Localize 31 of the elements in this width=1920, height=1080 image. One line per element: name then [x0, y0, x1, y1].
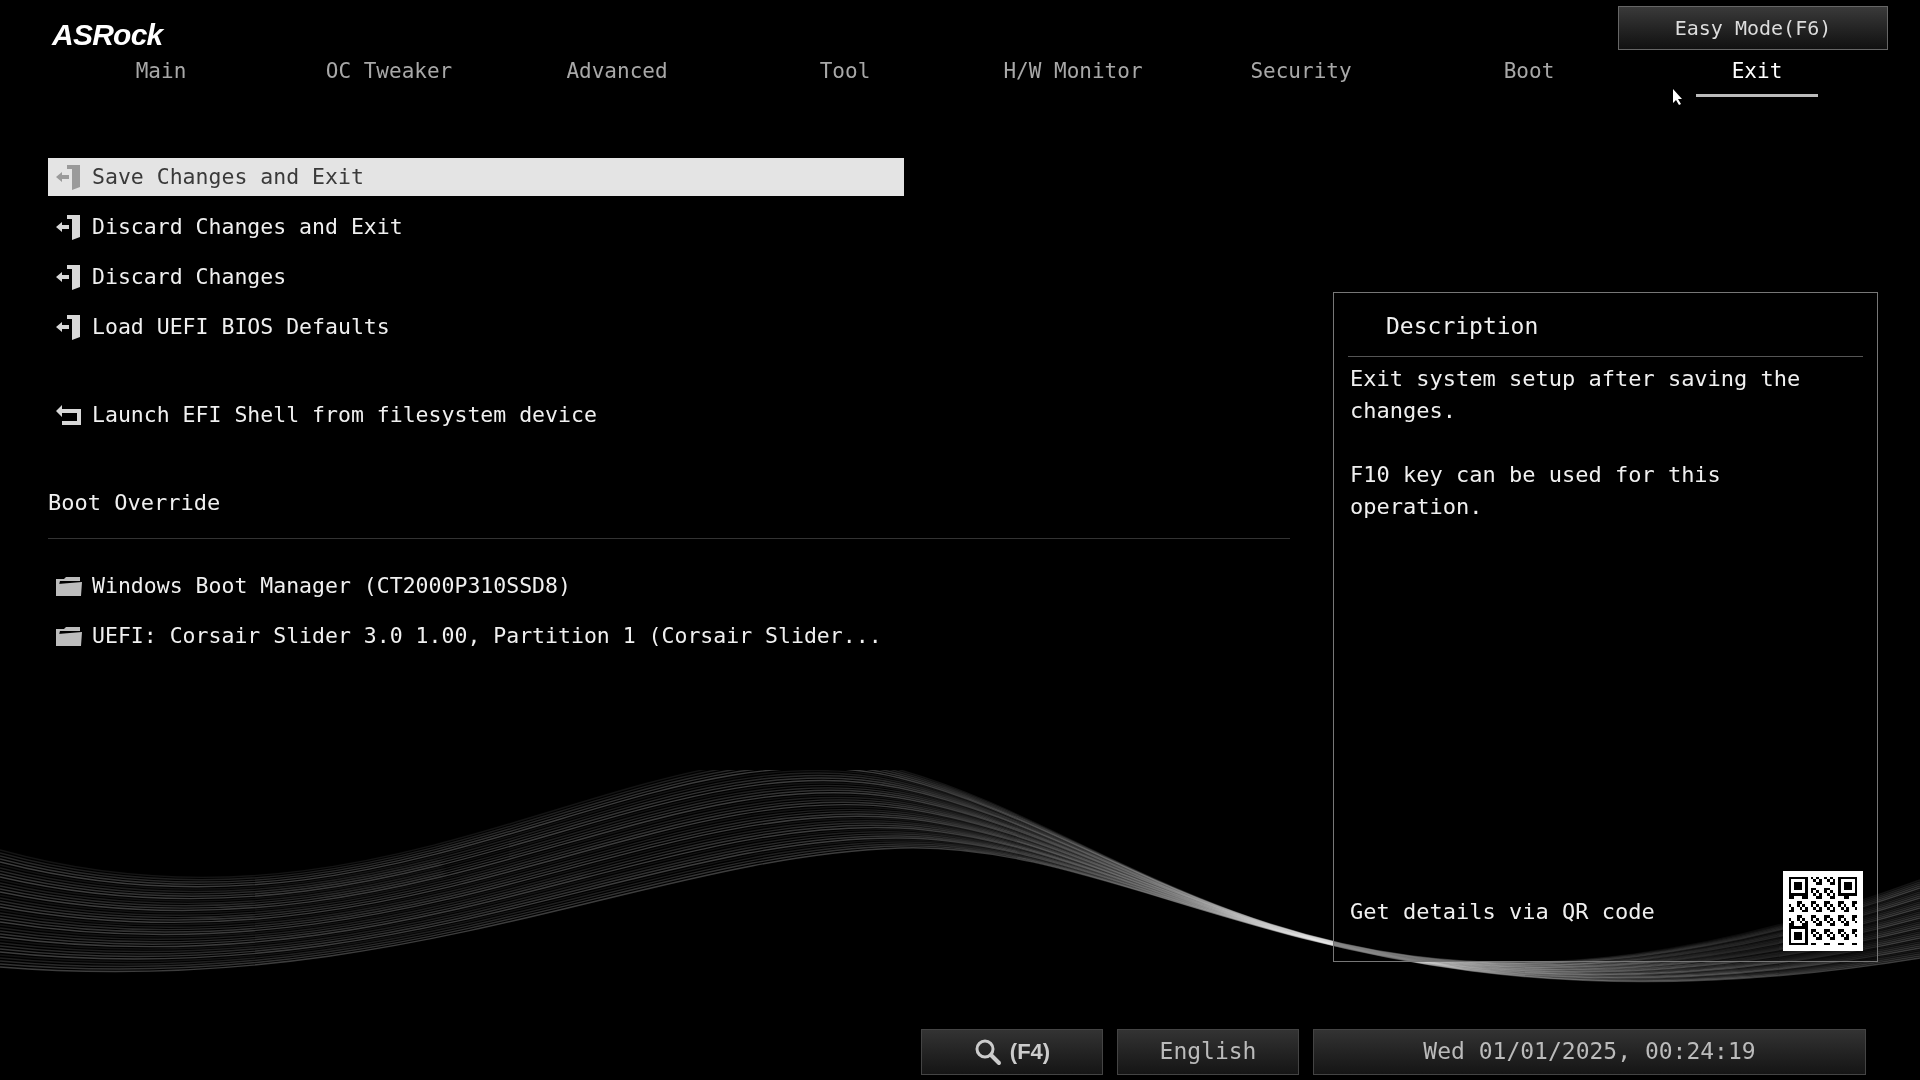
- search-icon: [973, 1037, 1002, 1066]
- search-button[interactable]: (F4): [921, 1028, 1103, 1075]
- menu-item[interactable]: Save Changes and Exit: [48, 158, 904, 196]
- panel-title: Description: [1386, 312, 1540, 341]
- description-text: F10 key can be used for this operation.: [1350, 460, 1722, 521]
- nav-tab[interactable]: Advanced: [566, 56, 668, 97]
- nav-tab[interactable]: Exit: [1695, 56, 1819, 97]
- nav-tab[interactable]: H/W Monitor: [1003, 56, 1143, 97]
- qr-code-icon: [1783, 871, 1863, 951]
- menu-item[interactable]: Load UEFI BIOS Defaults: [48, 308, 904, 346]
- return-arrow-icon: [54, 403, 84, 427]
- section-heading: Boot Override: [48, 489, 222, 517]
- nav-tab[interactable]: Tool: [819, 56, 871, 97]
- boot-device-item[interactable]: Windows Boot Manager (CT2000P310SSD8): [48, 567, 904, 605]
- nav-tab[interactable]: OC Tweaker: [325, 56, 453, 97]
- folder-icon: [54, 625, 84, 647]
- mouse-pointer-icon: [1672, 88, 1684, 106]
- boot-device-item[interactable]: UEFI: Corsair Slider 3.0 1.00, Partition 1 (Corsair Slider...: [48, 617, 904, 655]
- brand-logo: ASRock: [52, 17, 163, 53]
- qr-hint-text: Get details via QR code: [1350, 897, 1655, 926]
- nav-tab[interactable]: Security: [1250, 56, 1352, 97]
- description-text: Exit system setup after saving the changes.: [1350, 364, 1802, 425]
- menu-item[interactable]: Discard Changes: [48, 258, 904, 296]
- menu-item[interactable]: Discard Changes and Exit: [48, 208, 904, 246]
- nav-tab[interactable]: Boot: [1503, 56, 1555, 97]
- date-time-display: Wed 01/01/2025, 00:24:19: [1313, 1028, 1866, 1075]
- menu-item[interactable]: Launch EFI Shell from filesystem device: [48, 396, 904, 434]
- language-button[interactable]: English: [1117, 1028, 1299, 1075]
- folder-icon: [54, 575, 84, 597]
- nav-tab[interactable]: Main: [135, 56, 187, 97]
- easy-mode-button[interactable]: Easy Mode(F6): [1618, 6, 1888, 50]
